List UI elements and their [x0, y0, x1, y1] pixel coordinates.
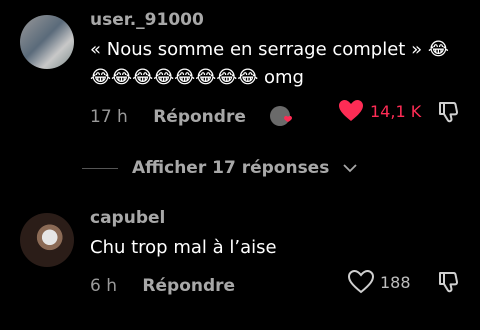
divider	[82, 167, 118, 169]
comment-meta: 6 h Répondre	[90, 276, 235, 296]
like-count: 188	[380, 272, 411, 292]
avatar[interactable]	[20, 213, 74, 267]
like-button[interactable]: 188	[348, 270, 411, 294]
comment-time: 17 h	[90, 107, 128, 127]
comment-time: 6 h	[90, 276, 117, 296]
avatar[interactable]	[20, 15, 74, 69]
like-button[interactable]: 14,1 K	[338, 99, 421, 123]
comment-username[interactable]: capubel	[90, 208, 165, 228]
comment-text-line2: 😂😂😂😂😂😂😂😂 omg	[90, 67, 304, 88]
view-replies-button[interactable]: Afficher 17 réponses	[82, 158, 357, 178]
heart-outline-icon	[348, 270, 374, 294]
dislike-icon[interactable]	[437, 270, 461, 294]
comment-text-line1: Chu trop mal à l’aise	[90, 237, 277, 258]
chevron-down-icon	[343, 164, 357, 173]
comment-username[interactable]: user._91000	[90, 10, 204, 30]
creator-liked-badge-icon	[270, 106, 292, 126]
dislike-icon[interactable]	[437, 100, 461, 124]
comment-text-line1: « Nous somme en serrage complet » 😂	[90, 39, 449, 60]
heart-filled-icon	[339, 100, 363, 121]
reply-button[interactable]: Répondre	[142, 276, 235, 296]
comment-meta: 17 h Répondre	[90, 107, 246, 127]
like-count: 14,1 K	[370, 101, 422, 121]
reply-button[interactable]: Répondre	[153, 107, 246, 127]
view-replies-label: Afficher 17 réponses	[132, 158, 330, 178]
